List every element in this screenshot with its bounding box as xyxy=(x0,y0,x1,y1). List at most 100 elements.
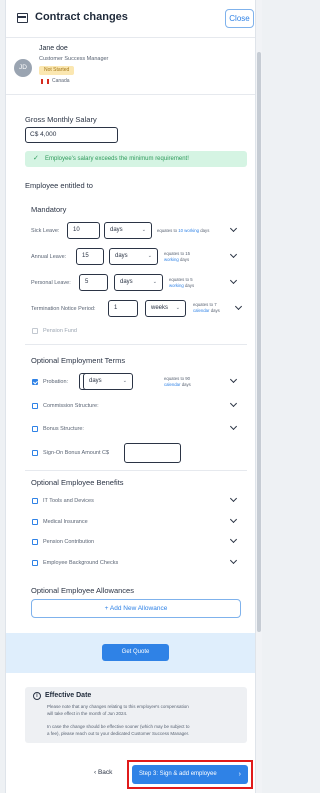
panel-header: Contract changes Close xyxy=(6,0,255,38)
annual-leave-unit-select[interactable]: days ⌄ xyxy=(109,248,158,265)
expand-chevron-icon[interactable] xyxy=(229,375,238,384)
hint-text: equates to 15 xyxy=(164,251,191,256)
hint-unit: working xyxy=(164,257,179,262)
effective-date-title: Effective Date xyxy=(45,692,92,699)
hint-text: equates to 7 xyxy=(193,302,217,307)
probation-unit-select[interactable]: days ⌄ xyxy=(83,373,133,390)
personal-leave-input[interactable]: 5 xyxy=(79,274,108,291)
termination-notice-input[interactable]: 1 xyxy=(108,300,138,317)
personal-leave-unit: days xyxy=(120,279,133,285)
salary-label: Gross Monthly Salary xyxy=(25,115,97,124)
get-quote-button[interactable]: Get Quote xyxy=(102,644,169,661)
expand-chevron-icon[interactable] xyxy=(229,250,238,259)
hint-text: equates to xyxy=(157,228,178,233)
salary-input[interactable]: C$ 4,000 xyxy=(25,127,118,143)
back-button[interactable]: ‹ Back xyxy=(94,769,112,776)
sick-leave-hint: equates to 10 working days xyxy=(157,228,209,234)
divider xyxy=(25,344,247,345)
pension-contribution-checkbox[interactable] xyxy=(32,539,38,545)
annual-leave-label: Annual Leave: xyxy=(31,254,67,260)
contract-icon xyxy=(17,13,28,23)
annual-leave-input[interactable]: 15 xyxy=(76,248,104,265)
commission-checkbox[interactable] xyxy=(32,403,38,409)
bonus-label: Bonus Structure: xyxy=(43,426,84,432)
hint-days: days xyxy=(185,283,195,288)
hint-text: equates to 90 xyxy=(164,376,191,381)
effective-note-line-3: In case the change should be effective s… xyxy=(47,724,190,729)
sick-leave-label: Sick Leave: xyxy=(31,228,60,234)
mandatory-heading: Mandatory xyxy=(31,205,67,214)
optional-benefits-heading: Optional Employee Benefits xyxy=(31,478,124,487)
sign-add-employee-button[interactable]: Step 3: Sign & add employee › xyxy=(132,765,248,784)
it-tools-checkbox[interactable] xyxy=(32,498,38,504)
expand-chevron-icon[interactable] xyxy=(234,302,243,311)
add-allowance-button[interactable]: + Add New Allowance xyxy=(31,599,241,618)
hint-unit: working xyxy=(184,228,200,233)
expand-chevron-icon[interactable] xyxy=(229,224,238,233)
commission-label: Commission Structure: xyxy=(43,403,99,409)
signon-bonus-checkbox[interactable] xyxy=(32,450,38,456)
pension-fund-checkbox[interactable] xyxy=(32,328,38,334)
personal-leave-unit-select[interactable]: days ⌄ xyxy=(114,274,163,291)
sick-leave-unit: days xyxy=(110,227,123,233)
scrollbar[interactable] xyxy=(256,0,262,793)
hint-days: days xyxy=(200,228,210,233)
hint-text: equates to 5 xyxy=(169,277,193,282)
pension-fund-label: Pension Fund xyxy=(43,328,77,334)
hint-number: 10 xyxy=(178,228,184,233)
signon-bonus-label: Sign-On Bonus Amount C$ xyxy=(43,450,110,456)
bonus-checkbox[interactable] xyxy=(32,426,38,432)
expand-chevron-icon[interactable] xyxy=(229,399,238,408)
salary-alert-text: Employee's salary exceeds the minimum re… xyxy=(45,156,189,162)
effective-note-line-1: Please note that any changes relating to… xyxy=(47,704,189,709)
medical-insurance-label: Medical Insurance xyxy=(43,519,88,525)
termination-notice-unit-select[interactable]: weeks ⌄ xyxy=(145,300,186,317)
chevron-down-icon: ⌄ xyxy=(152,279,157,285)
expand-chevron-icon[interactable] xyxy=(229,276,238,285)
salary-alert: ✓ Employee's salary exceeds the minimum … xyxy=(25,151,247,167)
status-badge: Not Started xyxy=(39,66,75,75)
canada-flag-icon xyxy=(41,79,49,84)
hint-unit: calendar xyxy=(193,308,210,313)
probation-hint: equates to 90 calendar days xyxy=(164,376,191,388)
chevron-right-icon: › xyxy=(238,771,241,778)
expand-chevron-icon[interactable] xyxy=(229,535,238,544)
divider xyxy=(25,470,247,471)
personal-leave-label: Personal Leave: xyxy=(31,280,71,286)
expand-chevron-icon[interactable] xyxy=(229,556,238,565)
scrollbar-thumb[interactable] xyxy=(257,52,261,632)
effective-note-line-2: will take effect in the month of Jun 202… xyxy=(47,711,128,716)
allowances-heading: Optional Employee Allowances xyxy=(31,586,134,595)
expand-chevron-icon[interactable] xyxy=(229,515,238,524)
optional-terms-heading: Optional Employment Terms xyxy=(31,356,126,365)
next-button-label: Step 3: Sign & add employee xyxy=(139,771,217,777)
employee-name: Jane doe xyxy=(39,45,68,52)
hint-unit: calendar xyxy=(164,382,181,387)
background-checks-checkbox[interactable] xyxy=(32,560,38,566)
employee-country: Canada xyxy=(52,78,70,84)
expand-chevron-icon[interactable] xyxy=(229,422,238,431)
hint-days: days xyxy=(181,382,191,387)
signon-bonus-input[interactable] xyxy=(124,443,181,463)
chevron-down-icon: ⌄ xyxy=(122,378,127,384)
annual-leave-unit: days xyxy=(115,253,128,259)
probation-unit: days xyxy=(89,378,102,384)
sick-leave-unit-select[interactable]: days ⌄ xyxy=(104,222,152,239)
personal-leave-hint: equates to 5 working days xyxy=(169,277,194,289)
probation-checkbox[interactable] xyxy=(32,379,38,385)
medical-insurance-checkbox[interactable] xyxy=(32,519,38,525)
close-button[interactable]: Close xyxy=(225,9,254,28)
annual-leave-hint: equates to 15 working days xyxy=(164,251,190,263)
effective-note-line-4: a fee), please reach out to your dedicat… xyxy=(47,731,190,736)
termination-notice-unit: weeks xyxy=(151,305,169,311)
expand-chevron-icon[interactable] xyxy=(229,494,238,503)
it-tools-label: IT Tools and Devices xyxy=(43,498,94,504)
hint-days: days xyxy=(180,257,190,262)
probation-label: Probation: xyxy=(43,379,69,385)
hint-unit: working xyxy=(169,283,184,288)
contract-changes-panel: Contract changes Close JD Jane doe Custo… xyxy=(5,0,256,793)
sick-leave-input[interactable]: 10 xyxy=(67,222,100,239)
hint-days: days xyxy=(210,308,220,313)
chevron-down-icon: ⌄ xyxy=(147,253,152,259)
avatar: JD xyxy=(14,59,32,77)
